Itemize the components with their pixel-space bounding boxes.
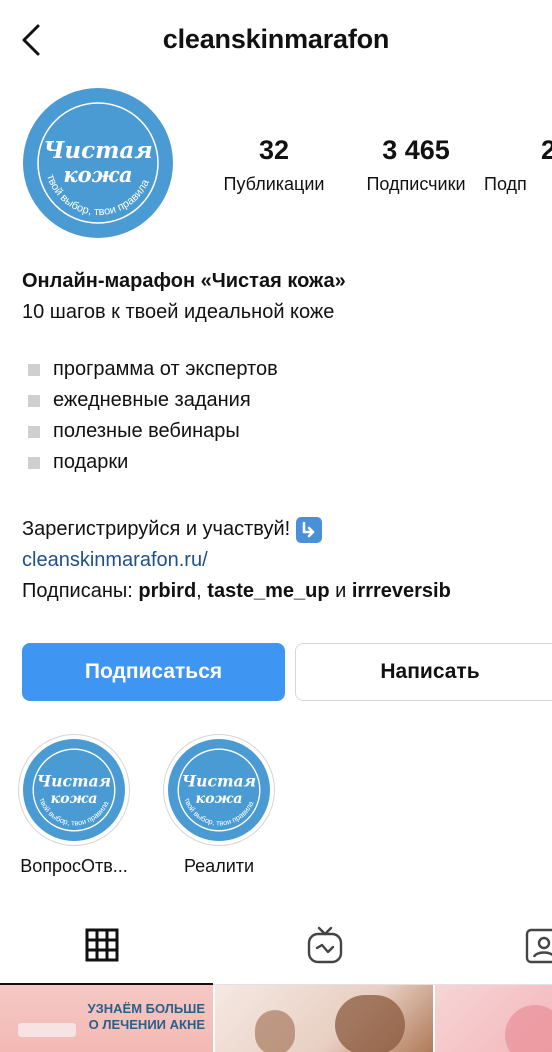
stat-posts-value: 32 xyxy=(258,135,290,165)
stat-posts: 32 Публикации xyxy=(210,134,338,198)
highlight-qa-label: ВопросОтв... xyxy=(20,856,128,876)
highlight-cover: Чистая кожа твой выбор, твои правила xyxy=(168,739,270,841)
stat-following[interactable]: 2 Подп xyxy=(484,134,552,198)
tagged-icon xyxy=(525,928,552,964)
stat-following-value: 2 xyxy=(541,135,552,165)
list-item: программа от экспертов xyxy=(22,354,552,385)
highlight-ring: Чистая кожа твой выбор, твои правила xyxy=(163,734,275,846)
post-thumbnail[interactable] xyxy=(435,985,552,1052)
photo-shape xyxy=(255,1010,295,1052)
list-item: ежедневные задания xyxy=(22,385,552,416)
svg-text:кожа: кожа xyxy=(195,791,242,807)
thumbnail-caption: УЗНАЁМ БОЛЬШЕ О ЛЕЧЕНИИ АКНЕ xyxy=(87,1001,205,1032)
grid-icon xyxy=(85,928,119,962)
profile-tabs xyxy=(0,905,552,985)
svg-text:кожа: кожа xyxy=(50,791,97,807)
photo-shape xyxy=(335,995,405,1052)
message-button[interactable]: Написать xyxy=(295,643,552,701)
photo-shape xyxy=(505,1005,552,1052)
avatar-text-line2: кожа xyxy=(63,162,132,187)
tab-igtv[interactable] xyxy=(306,925,344,965)
product-tube-shape xyxy=(18,1023,76,1037)
tab-tagged[interactable] xyxy=(524,925,552,965)
bio-bullet-list: программа от экспертов ежедневные задани… xyxy=(22,354,552,478)
igtv-icon xyxy=(307,926,343,964)
bio-cta: Зарегистрируйся и участвуй! xyxy=(22,514,552,545)
tab-grid[interactable] xyxy=(84,927,120,963)
follow-button[interactable]: Подписаться xyxy=(22,643,285,701)
stat-followers[interactable]: 3 465 Подписчики xyxy=(352,134,480,198)
stat-followers-value: 3 465 xyxy=(382,135,450,165)
stat-posts-label: Публикации xyxy=(223,174,325,194)
bullet-square-icon xyxy=(28,425,40,438)
list-item: полезные вебинары xyxy=(22,416,552,447)
bullet-square-icon xyxy=(28,363,40,376)
svg-text:Чистая: Чистая xyxy=(37,772,111,791)
bio-subtitle: 10 шагов к твоей идеальной коже xyxy=(22,301,335,323)
svg-text:Чистая: Чистая xyxy=(182,772,256,791)
highlight-reality-label: Реалити xyxy=(183,856,255,876)
avatar-text-line1: Чистая xyxy=(43,137,152,164)
post-thumbnail[interactable]: УЗНАЁМ БОЛЬШЕ О ЛЕЧЕНИИ АКНЕ xyxy=(0,985,213,1052)
profile-bio: Онлайн-марафон «Чистая кожа» 10 шагов к … xyxy=(22,266,552,607)
stat-followers-label: Подписчики xyxy=(366,174,466,194)
post-thumbnail[interactable] xyxy=(215,985,433,1052)
bullet-square-icon xyxy=(28,394,40,407)
bio-website-link[interactable]: cleanskinmarafon.ru/ xyxy=(22,545,552,576)
list-item: подарки xyxy=(22,447,552,478)
top-nav-bar: cleanskinmarafon xyxy=(0,0,552,82)
stat-following-label: Подп xyxy=(484,174,527,194)
bullet-square-icon xyxy=(28,456,40,469)
profile-avatar[interactable]: Чистая кожа твой выбор, твои правила xyxy=(23,88,173,238)
highlight-ring: Чистая кожа твой выбор, твои правила xyxy=(18,734,130,846)
highlight-qa[interactable]: Чистая кожа твой выбор, твои правила xyxy=(18,734,130,846)
bio-title: Онлайн-марафон «Чистая кожа» xyxy=(22,270,346,292)
highlight-cover: Чистая кожа твой выбор, твои правила xyxy=(23,739,125,841)
profile-username: cleanskinmarafon xyxy=(162,24,390,54)
highlight-reality[interactable]: Чистая кожа твой выбор, твои правила xyxy=(163,734,275,846)
followed-by-text[interactable]: Подписаны: prbird, taste_me_up и irrreve… xyxy=(22,576,552,607)
arrow-down-right-icon xyxy=(296,516,323,543)
